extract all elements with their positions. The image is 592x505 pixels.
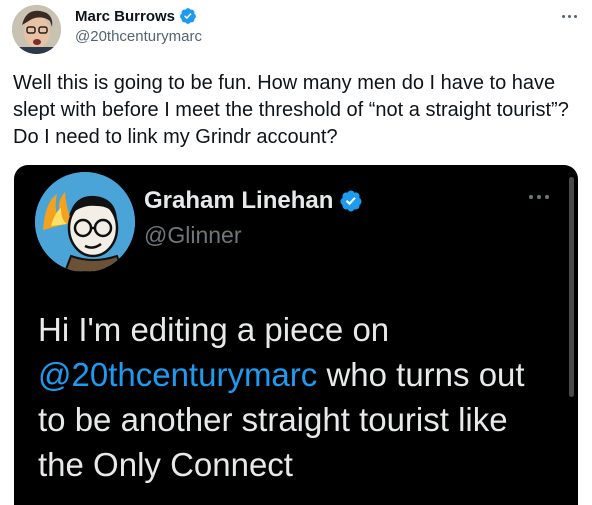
author-name[interactable]: Marc Burrows [75, 8, 175, 25]
embedded-tweet-image[interactable]: Graham Linehan @Glinner Hi I'm editing a… [14, 165, 578, 505]
embedded-text-before: Hi I'm editing a piece on [38, 311, 390, 348]
embedded-author-handle: @Glinner [144, 222, 242, 248]
verified-badge-icon [340, 190, 362, 212]
verified-badge-icon [180, 8, 196, 24]
embedded-avatar-image [35, 172, 135, 272]
tweet-text: Well this is going to be fun. How many m… [13, 72, 569, 148]
author-handle[interactable]: @20thcenturymarc [75, 28, 202, 45]
more-options-icon[interactable] [557, 6, 581, 26]
tweet-card: Marc Burrows @20thcenturymarc Well this … [0, 0, 592, 505]
more-options-icon [529, 195, 549, 199]
scrollbar[interactable] [569, 177, 574, 397]
embedded-mention-link[interactable]: @20thcenturymarc [38, 356, 317, 393]
embedded-avatar [35, 172, 135, 272]
avatar[interactable] [12, 5, 61, 54]
embedded-author-name: Graham Linehan [144, 187, 334, 214]
avatar-image [12, 5, 61, 54]
embedded-tweet-text: Hi I'm editing a piece on @20thcenturyma… [38, 307, 558, 487]
